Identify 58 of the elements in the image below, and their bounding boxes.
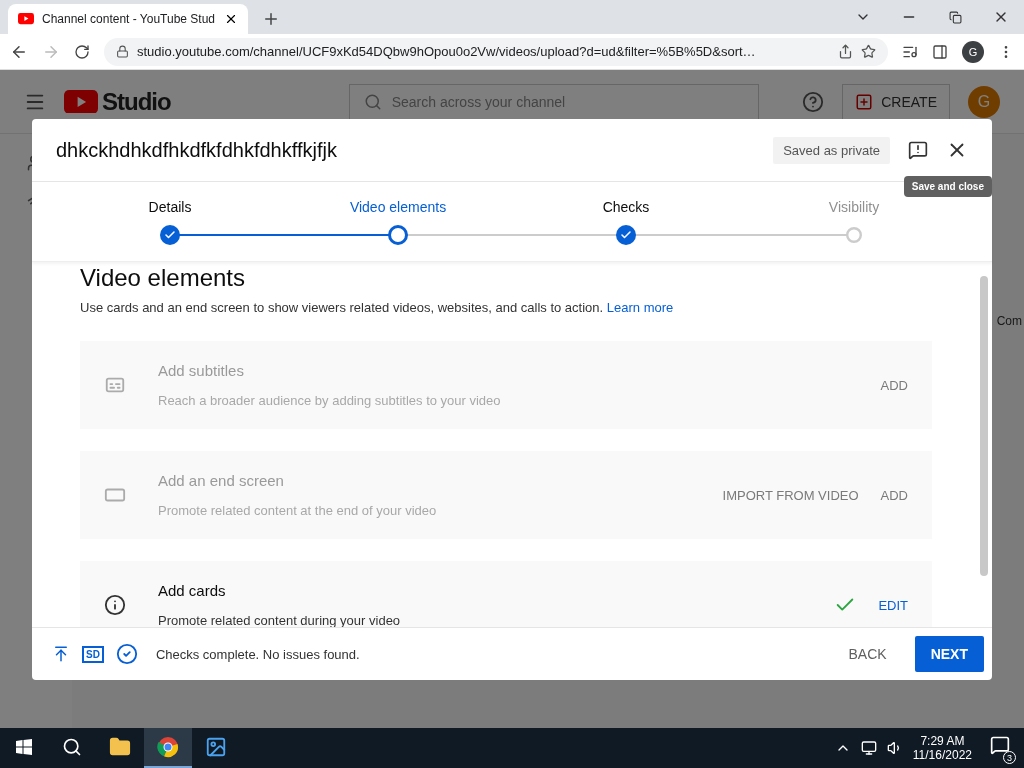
- step-indicator[interactable]: [160, 225, 180, 245]
- search-icon[interactable]: [62, 737, 82, 757]
- create-video-icon: [855, 92, 874, 111]
- lock-icon: [116, 45, 129, 58]
- youtube-logo-icon: [64, 89, 98, 114]
- profile-avatar[interactable]: G: [962, 40, 984, 63]
- step-label[interactable]: Checks: [602, 199, 650, 215]
- card-title: Add cards: [158, 582, 227, 599]
- step-label[interactable]: Details: [148, 199, 192, 215]
- step-label[interactable]: Visibility: [828, 199, 880, 215]
- youtube-logo-icon: [18, 13, 34, 25]
- browser-tab[interactable]: Channel content - YouTube Stud: [8, 4, 248, 34]
- new-tab-icon[interactable]: [262, 10, 280, 28]
- network-icon[interactable]: [860, 740, 877, 756]
- step-indicator[interactable]: [388, 225, 408, 245]
- search-icon: [363, 92, 382, 111]
- back-button[interactable]: BACK: [832, 636, 903, 672]
- step-indicator[interactable]: [616, 225, 636, 245]
- reload-icon[interactable]: [74, 43, 90, 60]
- checks-status: Checks complete. No issues found.: [155, 646, 361, 662]
- help-icon[interactable]: [802, 90, 825, 113]
- step-label[interactable]: Video elements: [349, 199, 447, 215]
- card-description: Promote related content at the end of your video: [158, 503, 438, 518]
- feedback-icon[interactable]: [908, 140, 928, 160]
- side-panel-icon[interactable]: [932, 43, 948, 60]
- scrollbar[interactable]: [980, 276, 988, 576]
- upload-icon: [52, 645, 70, 663]
- windows-logo-icon: [16, 739, 32, 755]
- share-icon[interactable]: [838, 44, 853, 59]
- clock[interactable]: 7:29 AM 11/16/2022: [912, 734, 972, 762]
- card-title: Add an end screen: [158, 472, 285, 489]
- saved-status: Saved as private: [773, 136, 890, 164]
- taskbar-app[interactable]: [144, 728, 192, 768]
- bookmark-icon[interactable]: [861, 44, 876, 59]
- notification-count: 3: [1003, 751, 1016, 764]
- close-tab-icon[interactable]: [224, 12, 238, 26]
- address-bar[interactable]: studio.youtube.com/channel/UCF9xKd54DQbw9hOpou0o2Vw/videos/upload?d=ud&filter=%5B%5D&sort…: [104, 37, 888, 66]
- studio-logo-text: Studio: [102, 87, 171, 116]
- folder-icon[interactable]: [109, 736, 131, 758]
- tab-title: Channel content - YouTube Stud: [42, 12, 216, 26]
- notification-icon[interactable]: [990, 735, 1010, 755]
- chrome-icon: [157, 736, 179, 758]
- learn-more-link[interactable]: Learn more: [606, 300, 674, 315]
- card-description: Promote related content during your video: [158, 613, 402, 627]
- section-heading: Video elements: [80, 263, 246, 292]
- action-button[interactable]: EDIT: [878, 593, 908, 617]
- next-button[interactable]: NEXT: [914, 636, 984, 672]
- check-circle-icon: [115, 643, 138, 665]
- tooltip: Save and close: [903, 176, 992, 197]
- sd-badge: SD: [82, 645, 104, 663]
- section-description: Use cards and an end screen to show viewers related videos, websites, and calls to action. Learn more: [80, 300, 675, 315]
- dialog-title: dhkckhdhkdfhkdfkfdhkfdhkffkjfjk: [56, 138, 338, 162]
- info-icon: [104, 594, 126, 616]
- photos-icon[interactable]: [205, 736, 227, 758]
- card-description: Reach a broader audience by adding subtitles to your video: [158, 393, 502, 408]
- column-header: Com: [996, 314, 1022, 330]
- card-title: Add subtitles: [158, 362, 245, 379]
- restore-icon[interactable]: [948, 10, 962, 24]
